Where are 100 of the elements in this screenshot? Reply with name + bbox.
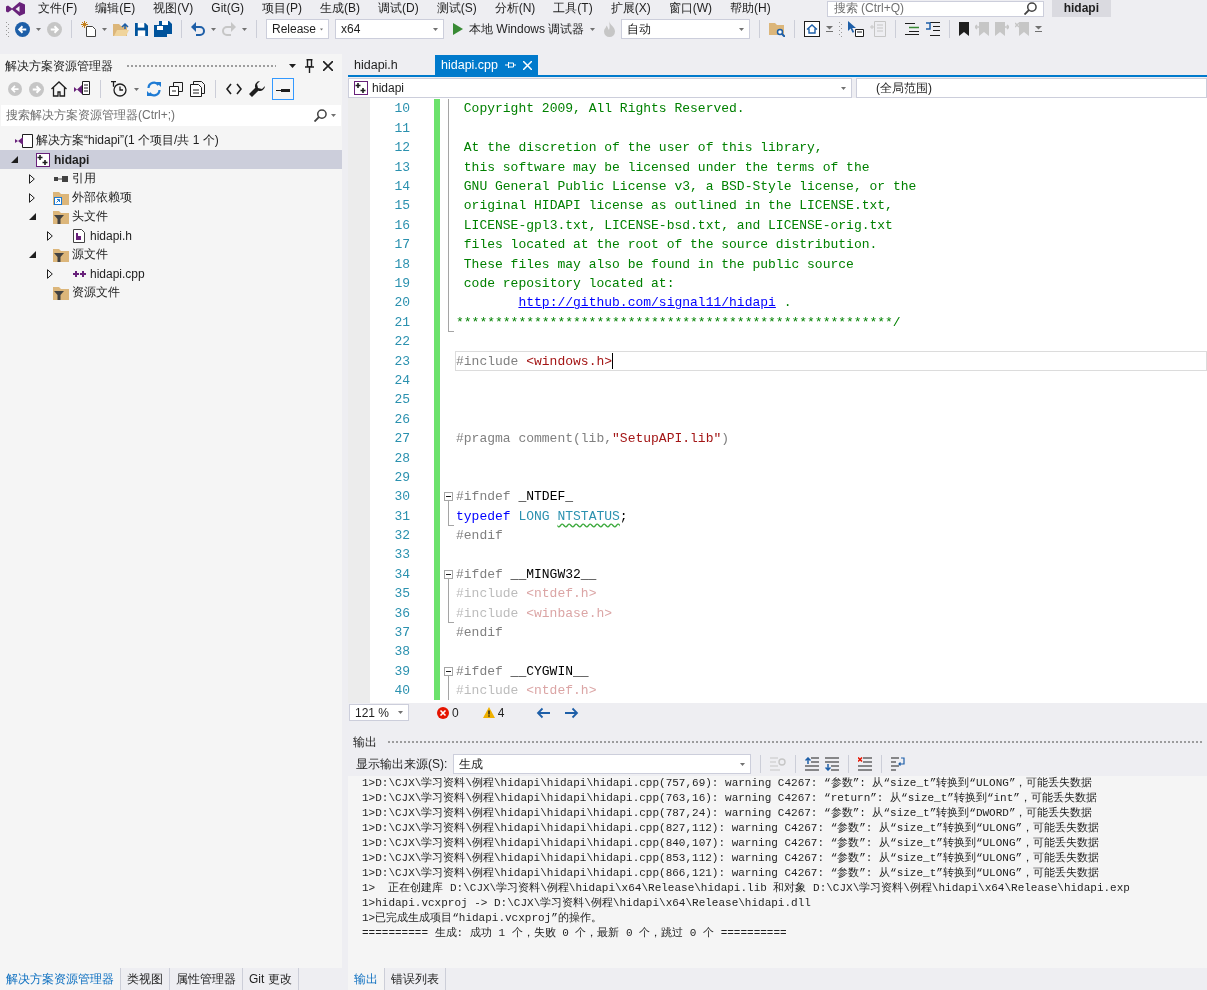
clock-icon[interactable] (111, 81, 127, 97)
menu-item[interactable]: 扩展(X) (601, 1, 660, 16)
tree-item[interactable]: 头文件 (0, 207, 342, 226)
overflow-icon[interactable] (826, 26, 834, 32)
menu-item[interactable]: Git(G) (202, 1, 253, 16)
expand-arrow-icon[interactable] (29, 192, 35, 203)
tree-item[interactable]: 源文件 (0, 245, 342, 264)
caret-icon[interactable] (289, 64, 296, 68)
filter-folder-icon (53, 285, 69, 300)
text-cursor (612, 353, 614, 370)
home-icon[interactable] (51, 81, 67, 97)
menu-item[interactable]: 项目(P) (253, 1, 311, 16)
back-icon[interactable] (15, 21, 30, 37)
caret-icon (433, 27, 438, 31)
menu-item[interactable]: 窗口(W) (659, 1, 721, 16)
menu-item[interactable]: 编辑(E) (86, 1, 145, 16)
expand-arrow-icon[interactable] (47, 268, 53, 279)
source-dropdown[interactable]: 生成 (453, 754, 752, 774)
menu-item[interactable]: 工具(T) (544, 1, 602, 16)
toggle-icon[interactable] (272, 78, 294, 100)
code-line: #include <ntdef.h> (456, 683, 597, 699)
caret-icon (739, 27, 745, 31)
menu-item[interactable]: 分析(N) (485, 1, 545, 16)
tree-item[interactable]: hidapi.cpp (0, 264, 342, 283)
folder-search-icon[interactable] (769, 21, 786, 37)
back-arrow-icon[interactable] (536, 706, 551, 719)
panel-tab[interactable]: 错误列表 (385, 968, 446, 990)
save-all-icon[interactable] (154, 21, 172, 37)
menu-item[interactable]: 生成(B) (311, 1, 369, 16)
search-field[interactable]: 搜索解决方案资源管理器(Ctrl+;) (1, 105, 341, 126)
word-wrap-icon[interactable] (891, 757, 907, 771)
grip-icon[interactable] (6, 21, 9, 37)
tree-item[interactable]: hidapi.h (0, 226, 342, 245)
project-icon (36, 152, 50, 167)
menu-item[interactable]: 测试(S) (427, 1, 486, 16)
menu-item[interactable]: 文件(F) (29, 1, 87, 16)
search-icon (1023, 2, 1037, 15)
menu-item[interactable]: 调试(D) (369, 1, 428, 16)
collapse-all-icon[interactable] (169, 82, 183, 96)
wrench-icon[interactable] (249, 81, 265, 97)
panel-tab[interactable]: 输出 (348, 968, 385, 990)
panel-tab[interactable]: 解决方案资源管理器 (0, 968, 121, 990)
collapse-arrow-icon[interactable] (28, 213, 36, 220)
code-line: These files may also be found in the public source (463, 256, 854, 272)
collapse-arrow-icon[interactable] (28, 251, 36, 258)
panel-tab[interactable]: 类视图 (121, 968, 170, 990)
expand-arrow-icon[interactable] (47, 230, 53, 241)
code-icon[interactable] (226, 83, 242, 95)
forward-arrow-icon[interactable] (565, 706, 580, 719)
collapse-arrow-icon[interactable] (10, 156, 18, 163)
collapse-icon[interactable] (444, 492, 453, 502)
copy-icon[interactable] (190, 81, 205, 97)
bookmark-icon[interactable] (959, 22, 970, 36)
solution-icon[interactable] (74, 81, 90, 97)
sync-icon[interactable] (146, 81, 162, 97)
line-number: 18 (394, 256, 410, 272)
configuration-dropdown[interactable]: Release (266, 19, 329, 39)
line-number: 36 (394, 605, 410, 621)
close-icon[interactable] (323, 61, 333, 71)
expand-arrow-icon[interactable] (29, 173, 35, 184)
platform-dropdown[interactable]: x64 (335, 19, 444, 39)
next-message-icon[interactable] (825, 757, 840, 771)
previous-message-icon[interactable] (805, 757, 820, 771)
solution-icon (15, 133, 33, 148)
new-item-icon[interactable] (81, 21, 96, 37)
list-icon[interactable] (925, 22, 941, 36)
scope-dropdown[interactable]: (全局范围) (856, 78, 1207, 98)
tree-item[interactable]: 资源文件 (0, 283, 342, 302)
grip-icon[interactable] (839, 21, 843, 37)
menu-item[interactable]: 视图(V) (144, 1, 203, 16)
tree-item[interactable]: hidapi (0, 150, 342, 169)
cursor-icon[interactable] (848, 21, 865, 37)
tree-item[interactable]: 引用 (0, 169, 342, 188)
mode-dropdown[interactable]: 自动 (621, 19, 751, 39)
overflow-icon[interactable] (1035, 26, 1043, 32)
search-icon (314, 109, 327, 122)
list-icon[interactable] (905, 23, 920, 35)
line-number: 17 (394, 237, 410, 253)
open-folder-icon[interactable] (113, 22, 129, 36)
file-tab[interactable]: hidapi.h (348, 55, 433, 75)
code-line: #pragma comment(lib,"SetupAPI.lib") (456, 431, 730, 447)
collapse-icon[interactable] (444, 666, 453, 676)
link[interactable]: http://github.com/signal11/hidapi (518, 295, 776, 311)
zoom-dropdown[interactable]: 121 % (349, 704, 409, 721)
pin-icon[interactable] (305, 59, 314, 73)
menu-item[interactable]: 帮助(H) (721, 1, 780, 16)
undo-icon[interactable] (191, 22, 205, 36)
search-field[interactable]: 搜索 (Ctrl+Q) (826, 0, 1044, 17)
line-number: 29 (394, 469, 410, 485)
save-icon[interactable] (135, 22, 148, 36)
panel-tab[interactable]: 属性管理器 (170, 968, 243, 990)
tree-item[interactable]: 外部依赖项 (0, 188, 342, 207)
collapse-icon[interactable] (444, 569, 453, 579)
tree-item[interactable]: 解决方案“hidapi”(1 个项目/共 1 个) (0, 131, 342, 150)
output-line: 1>D:\CJX\学习资料\例程\hidapi\hidapi\hidapi.cpp(787,24): warning C4267: “参数”: 从“size_t”转换到“DWORD”，可能丢失数据 (362, 806, 1093, 821)
home-icon[interactable] (804, 21, 821, 37)
panel-tab[interactable]: Git 更改 (243, 968, 299, 990)
project-dropdown[interactable]: hidapi (348, 78, 852, 98)
start-debugging-button[interactable]: 本地 Windows 调试器 (450, 19, 599, 39)
clear-all-icon[interactable] (858, 757, 873, 771)
